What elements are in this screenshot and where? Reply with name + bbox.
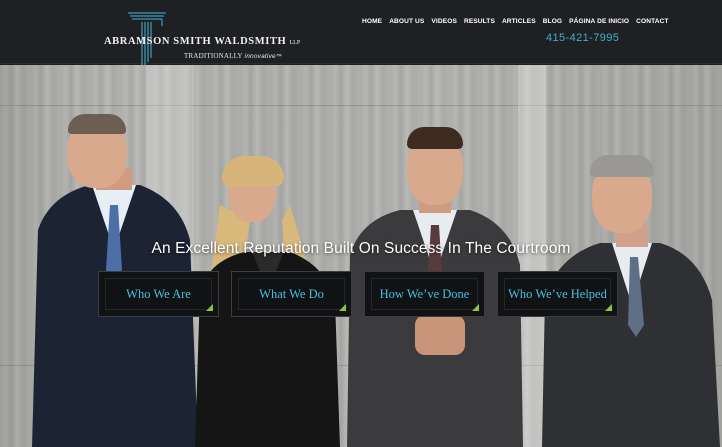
- nav-results[interactable]: RESULTS: [464, 18, 495, 25]
- corner-triangle-icon: [339, 304, 346, 311]
- phone-number[interactable]: 415-421-7995: [546, 32, 619, 44]
- what-we-do-button[interactable]: What We Do: [231, 271, 352, 317]
- button-label: What We Do: [259, 286, 324, 301]
- firm-name-part3: WALDSMITH: [214, 36, 287, 47]
- corner-triangle-icon: [472, 304, 479, 311]
- nav-contact[interactable]: CONTACT: [636, 18, 668, 25]
- wall-panel-line: [0, 105, 722, 106]
- how-weve-done-button[interactable]: How We’ve Done: [364, 271, 485, 317]
- hero-headline: An Excellent Reputation Built On Success…: [151, 240, 571, 257]
- nav-about-us[interactable]: ABOUT US: [389, 18, 424, 25]
- button-label: Who We’ve Helped: [508, 286, 607, 301]
- firm-logo[interactable]: ABRAMSON SMITH WALDSMITH LLP TRADITIONAL…: [104, 8, 300, 70]
- firm-name-part1: ABRAMSON: [104, 36, 171, 47]
- hair: [68, 114, 126, 134]
- site-header: ABRAMSON SMITH WALDSMITH LLP TRADITIONAL…: [0, 0, 722, 70]
- firm-name-part2: SMITH: [173, 36, 212, 47]
- tagline-innovative: innovative: [244, 53, 276, 60]
- nav-blog[interactable]: BLOG: [543, 18, 562, 25]
- who-we-are-button[interactable]: Who We Are: [98, 271, 219, 317]
- nav-home[interactable]: HOME: [362, 18, 382, 25]
- hero-section: An Excellent Reputation Built On Success…: [0, 65, 722, 447]
- button-label: How We’ve Done: [379, 286, 470, 301]
- corner-triangle-icon: [206, 304, 213, 311]
- hair: [590, 155, 654, 177]
- firm-llp: LLP: [289, 40, 301, 46]
- tagline-tm: ™: [275, 54, 283, 60]
- hair: [222, 156, 284, 186]
- firm-tagline: TRADITIONALLY innovative™: [184, 52, 282, 60]
- nav-articles[interactable]: ARTICLES: [502, 18, 536, 25]
- tagline-traditionally: TRADITIONALLY: [184, 52, 243, 60]
- nav-pagina-de-inicio[interactable]: PÁGINA DE INICIO: [569, 18, 629, 25]
- button-label: Who We Are: [126, 286, 191, 301]
- firm-name: ABRAMSON SMITH WALDSMITH LLP: [104, 36, 300, 47]
- cta-buttons: Who We Are What We Do How We’ve Done Who…: [98, 271, 618, 317]
- corner-triangle-icon: [605, 304, 612, 311]
- hair: [407, 127, 463, 149]
- who-weve-helped-button[interactable]: Who We’ve Helped: [497, 271, 618, 317]
- nav-videos[interactable]: VIDEOS: [431, 18, 457, 25]
- main-nav: HOME ABOUT US VIDEOS RESULTS ARTICLES BL…: [362, 18, 669, 25]
